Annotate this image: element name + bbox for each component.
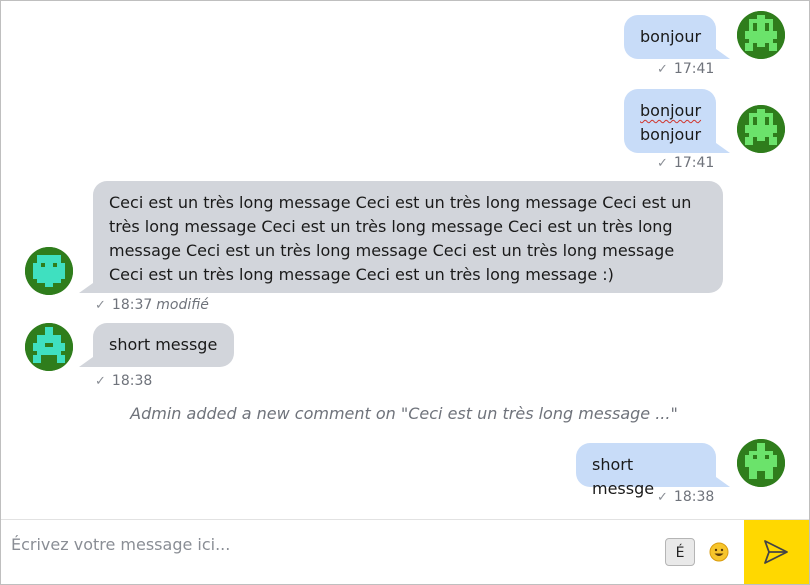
message-composer: É [1,519,809,584]
message-meta: ✓ 18:37 modifié [95,297,209,313]
message-meta: ✓ 17:41 [657,155,714,171]
message-time: 18:38 [673,489,715,505]
message-time: 18:37 [111,297,153,313]
accent-key-button[interactable]: É [665,538,695,566]
message-time: 17:41 [673,155,715,171]
message-text-line: très long message Ceci est un très long … [109,217,673,236]
message-input[interactable] [9,530,653,558]
check-icon: ✓ [657,156,668,171]
check-icon: ✓ [95,298,106,313]
emoji-button[interactable] [709,542,729,562]
message-time: 18:38 [111,373,153,389]
send-button[interactable] [744,520,809,584]
send-icon [764,540,788,564]
message-text-line: bonjour [640,125,702,144]
emoji-icon [709,542,729,562]
avatar[interactable] [25,323,73,371]
avatar[interactable] [25,247,73,295]
message-time: 17:41 [673,61,715,77]
message-text-line: Ceci est un très long message Ceci est u… [109,265,614,284]
message-text-line: bonjour [640,101,702,120]
chat-window: bonjour ✓ 17:41 bonjour bonjour ✓ 17:41 … [0,0,810,585]
message-text: short messge [109,335,218,354]
edited-label: modifié [156,297,209,313]
message-bubble: short messge [93,323,234,367]
message-text: bonjour [640,27,702,46]
message-bubble: short messge [576,443,716,498]
avatar[interactable] [737,105,785,153]
avatar[interactable] [737,439,785,487]
message-text: short messge [592,455,655,498]
bubble-tail [79,357,93,367]
message-bubble: bonjour bonjour [624,89,716,153]
message-meta: ✓ 18:38 [95,373,152,389]
check-icon: ✓ [657,490,668,505]
bubble-tail [716,49,730,59]
bubble-tail [716,143,730,153]
avatar[interactable] [737,11,785,59]
message-meta: ✓ 17:41 [657,61,714,77]
message-bubble: bonjour [624,15,716,59]
check-icon: ✓ [95,374,106,389]
bubble-tail [716,477,730,487]
message-text-line: message Ceci est un très long message Ce… [109,241,675,260]
message-bubble: Ceci est un très long message Ceci est u… [93,181,723,293]
message-text-line: Ceci est un très long message Ceci est u… [109,193,692,212]
check-icon: ✓ [657,62,668,77]
bubble-tail [79,283,93,293]
message-meta: ✓ 18:38 [657,489,714,505]
system-message: Admin added a new comment on "Ceci est u… [130,404,678,423]
